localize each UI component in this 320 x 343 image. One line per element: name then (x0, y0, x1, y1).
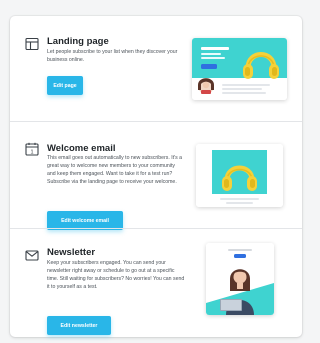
card-title: Newsletter (47, 247, 96, 258)
card-description: Keep your subscribers engaged. You can s… (47, 260, 185, 290)
edit-newsletter-button[interactable]: Edit newsletter (47, 316, 111, 335)
newsletter-card: Newsletter Keep your subscribers engaged… (10, 229, 302, 337)
welcome-email-preview (196, 144, 283, 207)
onboarding-panel: Landing page Let people subscribe to you… (10, 16, 302, 337)
card-description: Let people subscribe to your list when t… (47, 49, 178, 63)
card-description: This email goes out automatically to new… (47, 155, 183, 185)
calendar-icon: 1 (25, 142, 39, 156)
newsletter-preview (206, 243, 274, 315)
layout-icon (25, 37, 39, 51)
envelope-icon (25, 250, 39, 261)
welcome-email-card: 1 Welcome email This email goes out auto… (10, 122, 302, 230)
svg-text:1: 1 (30, 150, 33, 156)
card-title: Welcome email (47, 143, 116, 154)
card-title: Landing page (47, 36, 109, 47)
landing-page-card: Landing page Let people subscribe to you… (10, 16, 302, 121)
edit-page-button[interactable]: Edit page (47, 76, 83, 95)
landing-page-preview (192, 38, 287, 100)
